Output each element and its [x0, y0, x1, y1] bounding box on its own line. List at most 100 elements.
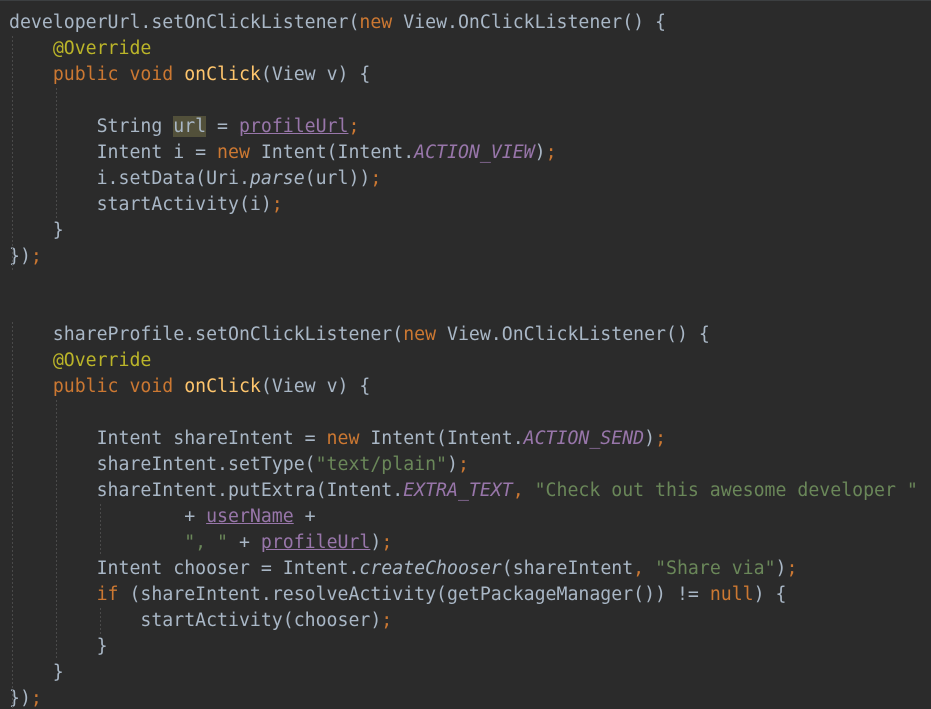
code-token: ; [786, 558, 798, 579]
code-token: startActivity(i) [9, 194, 272, 215]
code-token: shareIntent.setType( [9, 454, 316, 475]
code-token: onClick [184, 64, 261, 85]
code-token: ; [457, 454, 469, 475]
code-token: userName [206, 506, 294, 527]
code-token: @Override [52, 38, 152, 59]
code-line: Intent chooser = Intent.createChooser(sh… [9, 556, 918, 582]
code-editor[interactable]: developerUrl.setOnClickListener(new View… [0, 0, 931, 709]
code-token: new [217, 142, 250, 163]
code-token: ) { [753, 584, 787, 605]
code-line: public void onClick(View v) { [9, 374, 918, 400]
code-token: , [633, 558, 656, 579]
code-token: View.OnClickListener() { [392, 12, 667, 33]
code-line: startActivity(i); [9, 192, 918, 218]
code-token: public void [52, 64, 185, 85]
code-token: developerUrl.setOnClickListener( [9, 12, 360, 33]
code-token: ACTION_SEND [523, 428, 645, 449]
indent-guide [100, 504, 101, 556]
code-token: onClick [184, 376, 261, 397]
code-token: (shareIntent [501, 558, 634, 579]
code-token: new [403, 324, 437, 345]
code-line: + userName + [9, 504, 918, 530]
code-token: ; [381, 532, 393, 553]
code-token: new [359, 12, 393, 33]
code-line: }); [9, 244, 918, 270]
code-token: String [9, 116, 174, 137]
code-token: startActivity(chooser) [9, 610, 382, 631]
code-line: Intent i = new Intent(Intent.ACTION_VIEW… [9, 140, 918, 166]
code-token: + [228, 532, 261, 553]
code-token: "text/plain" [315, 454, 448, 475]
indent-guide [12, 322, 13, 709]
code-line: String url = profileUrl; [9, 114, 918, 140]
code-line: shareIntent.putExtra(Intent.EXTRA_TEXT, … [9, 478, 918, 504]
code-line: } [9, 660, 918, 686]
code-token: profileUrl [260, 532, 371, 553]
code-line: shareIntent.setType("text/plain"); [9, 452, 918, 478]
code-line: } [9, 634, 918, 660]
code-line: ", " + profileUrl); [9, 530, 918, 556]
code-token: ", " [184, 532, 229, 553]
code-token: "Check out this awesome developer " [534, 480, 918, 501]
code-token: ; [30, 246, 42, 267]
code-line: i.setData(Uri.parse(url)); [9, 166, 918, 192]
code-token: (shareIntent.resolveActivity(getPackageM… [118, 584, 710, 605]
code-token: + [293, 506, 316, 527]
code-line: shareProfile.setOnClickListener(new View… [9, 322, 918, 348]
code-token: if [96, 584, 119, 605]
indent-guide [100, 608, 101, 634]
code-token: Intent(Intent. [249, 142, 415, 163]
code-token: = [206, 116, 239, 137]
code-line: } [9, 218, 918, 244]
code-area[interactable]: developerUrl.setOnClickListener(new View… [9, 10, 918, 709]
code-token: parse [249, 168, 305, 189]
code-token: EXTRA_TEXT [403, 480, 513, 501]
code-line: Intent shareIntent = new Intent(Intent.A… [9, 426, 918, 452]
code-line: startActivity(chooser); [9, 608, 918, 634]
code-line: developerUrl.setOnClickListener(new View… [9, 10, 918, 36]
code-token: ) [644, 428, 656, 449]
code-token: ; [381, 610, 393, 631]
code-token: (View v) { [260, 64, 371, 85]
code-token: , [512, 480, 535, 501]
code-token: (View v) { [260, 376, 371, 397]
code-token: Intent chooser = Intent. [9, 558, 360, 579]
code-token: ; [348, 116, 360, 137]
code-token: ; [271, 194, 283, 215]
code-token: new [326, 428, 360, 449]
code-token: Intent(Intent. [359, 428, 524, 449]
code-token: ) [447, 454, 458, 475]
code-token: i.setData(Uri. [9, 168, 250, 189]
code-line: }); [9, 686, 918, 709]
code-token: profileUrl [238, 116, 349, 137]
code-line: if (shareIntent.resolveActivity(getPacka… [9, 582, 918, 608]
code-token: } [9, 636, 108, 657]
code-token: View.OnClickListener() { [436, 324, 710, 345]
code-token: null [709, 584, 754, 605]
code-token: ; [370, 168, 382, 189]
code-token: Intent i = [9, 142, 218, 163]
code-token: + [9, 506, 207, 527]
code-token: ) [370, 532, 382, 553]
code-token: shareProfile.setOnClickListener( [9, 324, 404, 345]
code-token: } [9, 220, 64, 241]
code-line: public void onClick(View v) { [9, 62, 918, 88]
code-token: shareIntent.putExtra(Intent. [9, 480, 404, 501]
code-token: url [173, 116, 207, 137]
code-token: (url)) [304, 168, 371, 189]
code-token: ACTION_VIEW [414, 142, 535, 163]
code-line: @Override [9, 348, 918, 374]
code-token: ; [545, 142, 557, 163]
code-line: @Override [9, 36, 918, 62]
code-token: ) [534, 142, 546, 163]
indent-guide [56, 400, 57, 660]
